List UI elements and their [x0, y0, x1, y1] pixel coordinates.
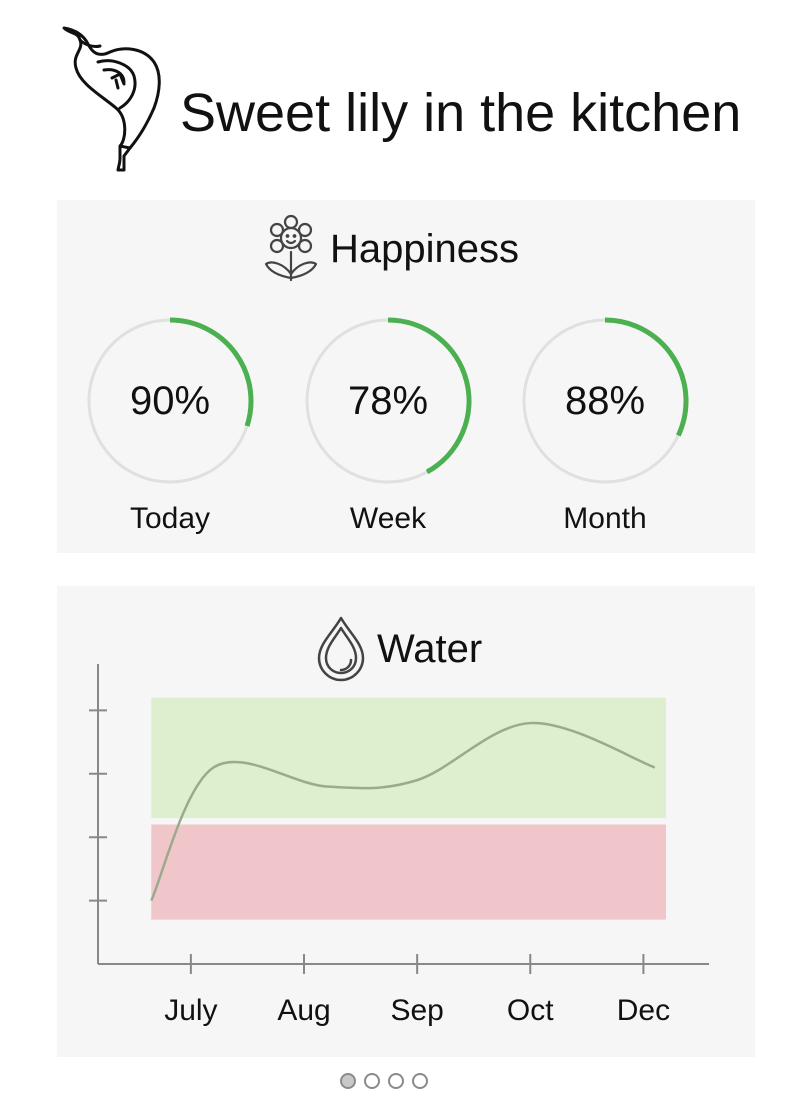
- gauge-today: 90% Today: [85, 316, 255, 535]
- x-tick-label: Sep: [390, 994, 443, 1027]
- x-tick-label: Dec: [617, 994, 670, 1027]
- x-tick-label: Oct: [507, 994, 554, 1027]
- x-tick-label: July: [164, 994, 217, 1027]
- water-card: Water July Aug Sep Oct Dec: [57, 586, 755, 1057]
- happiness-title: Happiness: [330, 226, 520, 271]
- gauge-label: Today: [129, 502, 211, 535]
- pagination[interactable]: [340, 1073, 428, 1089]
- band-bad: [151, 824, 667, 920]
- gauge-percent: 90%: [129, 378, 211, 423]
- water-chart: July Aug Sep Oct Dec: [89, 664, 709, 1027]
- gauge-label: Week: [349, 502, 427, 535]
- flower-icon: [264, 214, 318, 282]
- gauge-month: 88% Month: [520, 316, 690, 535]
- page-title: Sweet lily in the kitchen: [180, 83, 742, 143]
- gauge-label: Month: [563, 502, 647, 535]
- gauge-percent: 78%: [347, 378, 429, 423]
- calla-lily-icon: [62, 26, 161, 172]
- page-dot[interactable]: [340, 1073, 356, 1089]
- header: Sweet lily in the kitchen: [0, 0, 786, 190]
- gauge-week: 78% Week: [303, 316, 473, 535]
- happiness-card: Happiness 90% Today 78% Week 88% Month: [57, 200, 755, 553]
- page-dot[interactable]: [364, 1073, 380, 1089]
- gauge-percent: 88%: [564, 378, 646, 423]
- x-tick-label: Aug: [277, 994, 330, 1027]
- page-dot[interactable]: [412, 1073, 428, 1089]
- page-dot[interactable]: [388, 1073, 404, 1089]
- happiness-heading: Happiness: [262, 214, 519, 284]
- band-good: [151, 697, 667, 819]
